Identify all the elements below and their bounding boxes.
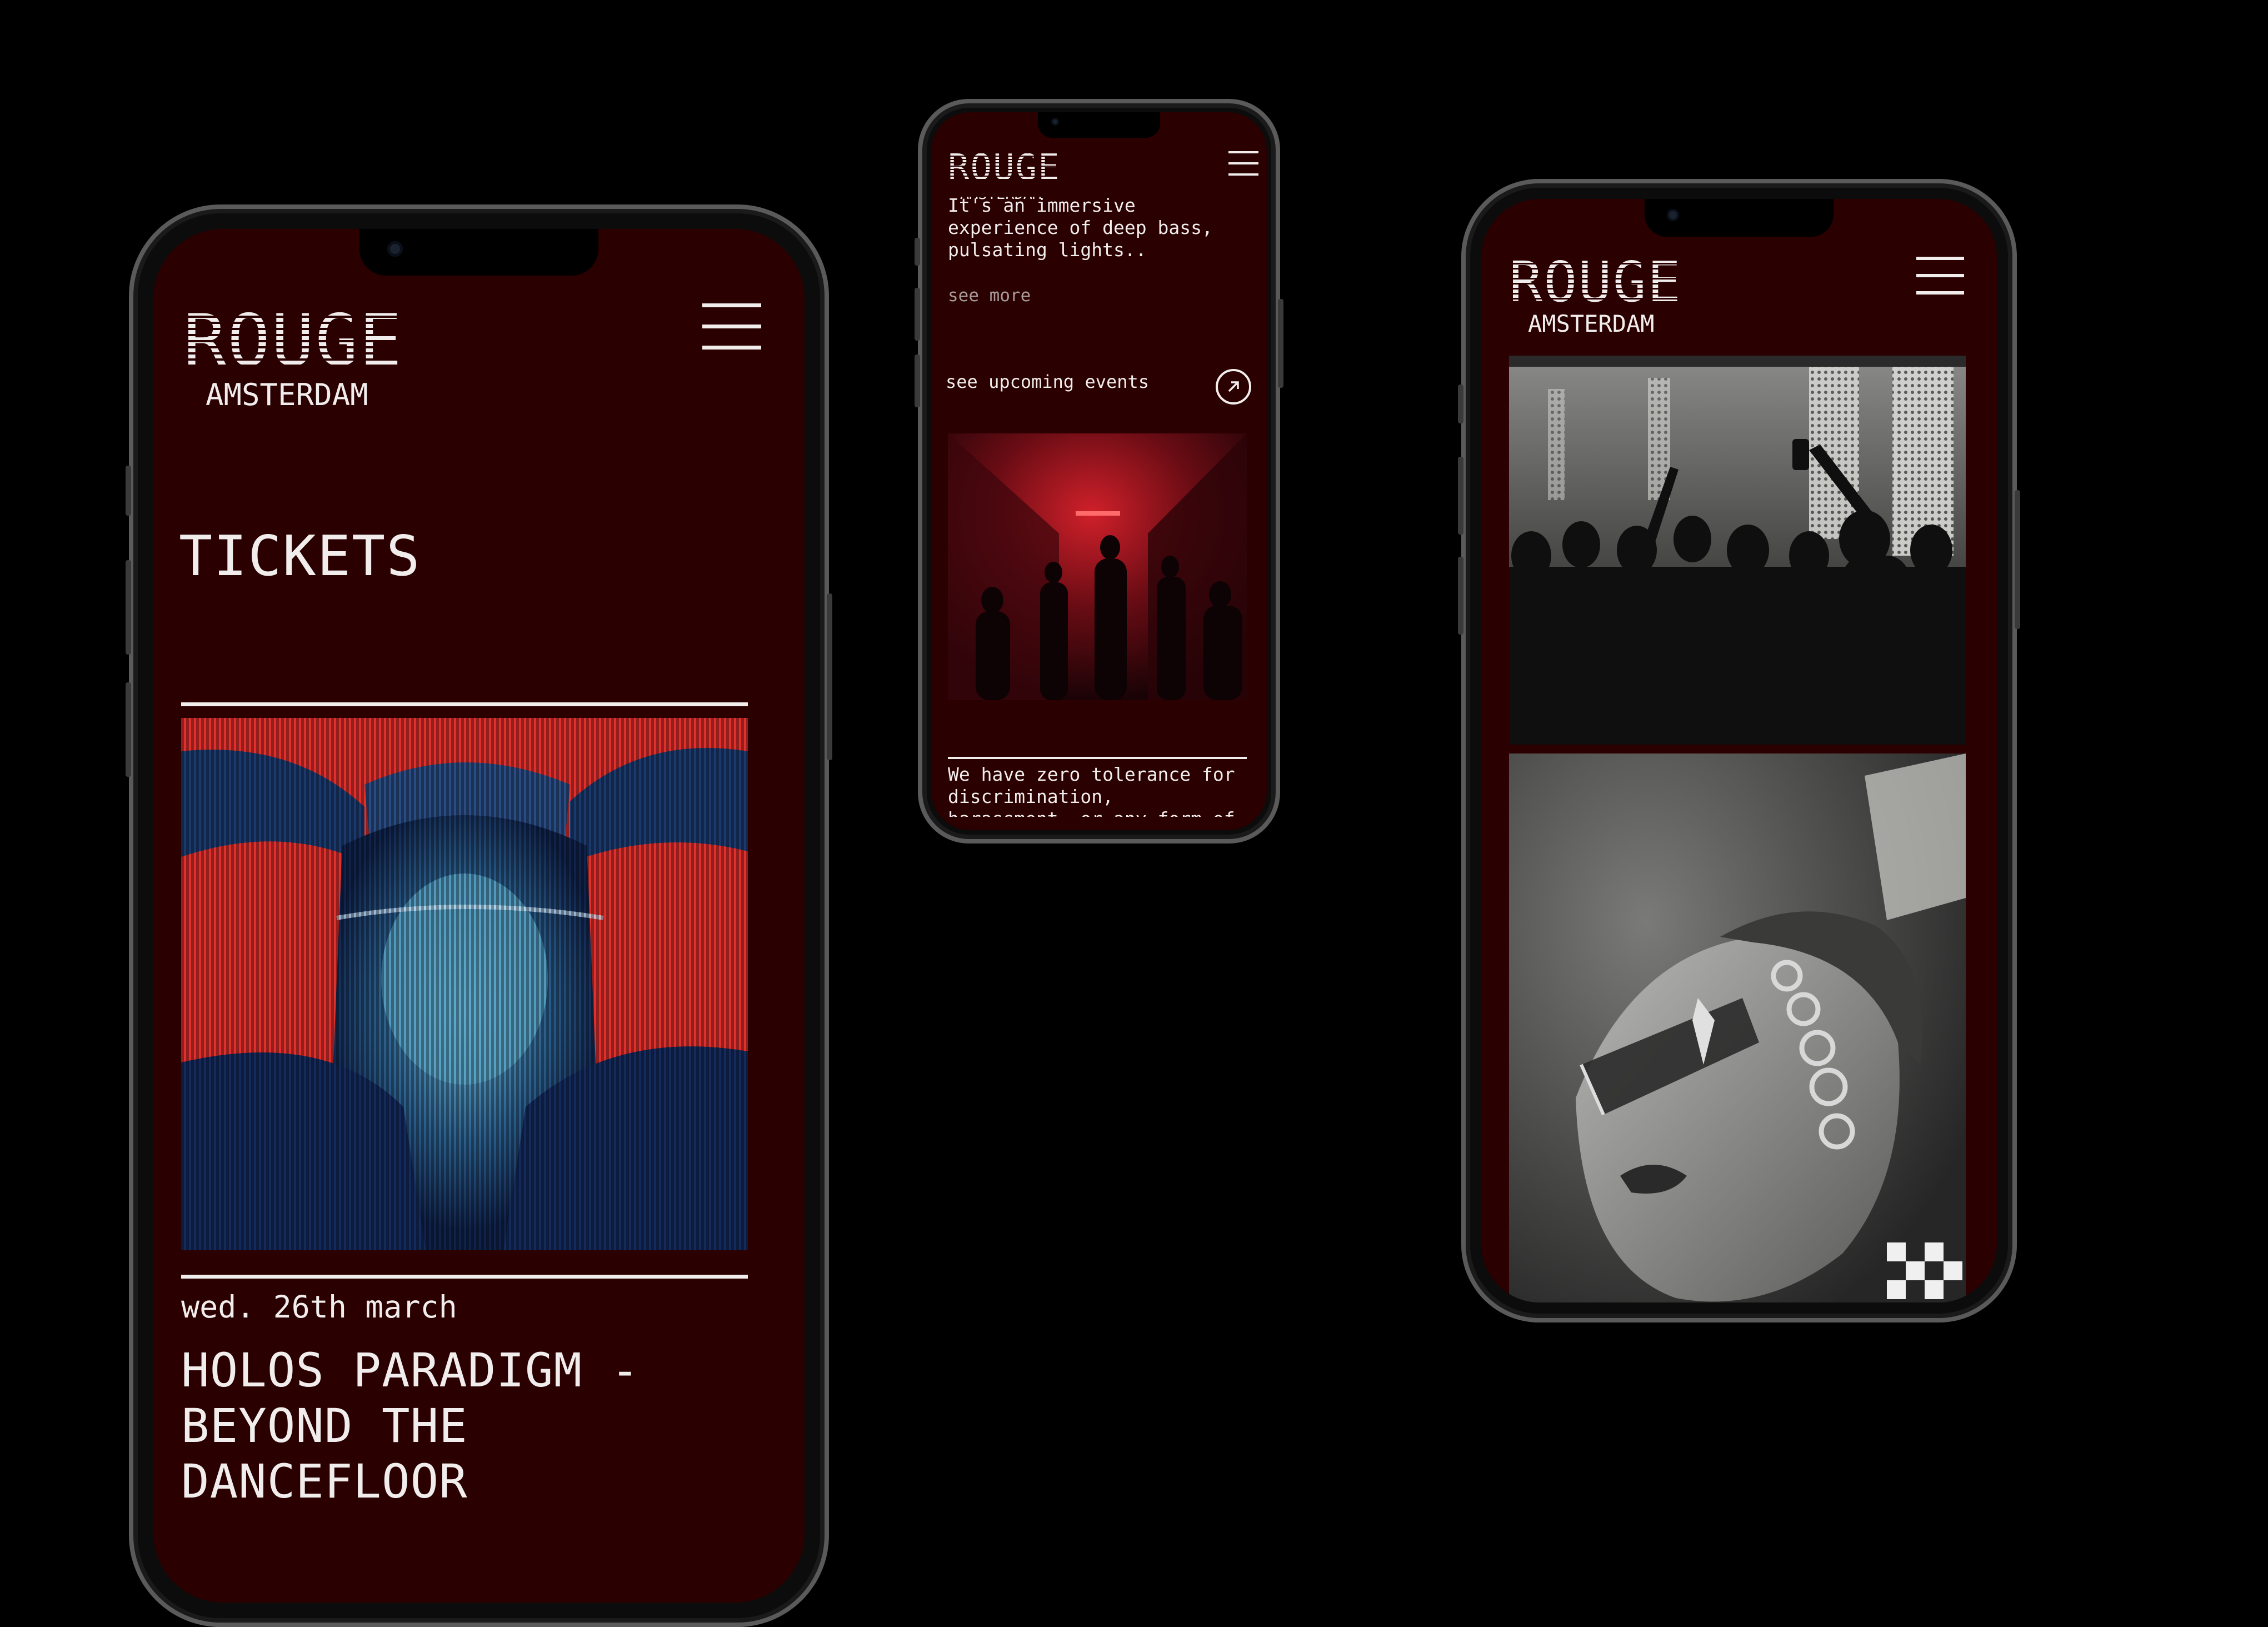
page-title: TICKETS xyxy=(179,523,421,588)
volume-up-button xyxy=(915,288,920,341)
arrow-up-right-icon[interactable] xyxy=(1216,369,1251,405)
event-image-graphic xyxy=(181,718,748,1250)
portrait-image-graphic xyxy=(1509,753,1966,1302)
volume-down-button xyxy=(1458,557,1463,635)
see-upcoming-events-link[interactable]: see upcoming events xyxy=(946,371,1149,392)
event-image[interactable] xyxy=(181,718,748,1250)
club-image-graphic xyxy=(948,433,1247,700)
divider xyxy=(181,1275,748,1279)
mute-switch xyxy=(1458,385,1463,423)
notch xyxy=(1645,199,1834,237)
screen-right: ROUGE AMSTERDAM xyxy=(1481,199,1997,1302)
volume-up-button xyxy=(1458,457,1463,535)
mute-switch xyxy=(915,238,920,266)
see-more-link[interactable]: see more xyxy=(948,286,1031,306)
event-title[interactable]: HOLOS PARADIGM - BEYOND THE DANCEFLOOR xyxy=(181,1342,640,1509)
policy-text: We have zero tolerance for discriminatio… xyxy=(948,763,1235,817)
screen-middle: ROUGE AMSTERDAM It's an immersive experi… xyxy=(931,112,1267,830)
crowd-image[interactable] xyxy=(1509,356,1966,745)
notch xyxy=(1038,112,1160,138)
logo-rouge: ROUGE xyxy=(1509,249,1682,315)
intro-text-fade xyxy=(931,179,1267,197)
crowd-image-graphic xyxy=(1509,356,1966,745)
logo-amsterdam: AMSTERDAM xyxy=(206,377,368,412)
intro-text: It's an immersive experience of deep bas… xyxy=(948,194,1259,264)
club-image[interactable] xyxy=(948,433,1247,700)
logo[interactable]: ROUGE AMSTERDAM xyxy=(1509,254,1682,336)
divider xyxy=(181,702,748,706)
hamburger-menu-icon[interactable] xyxy=(702,303,761,350)
volume-down-button xyxy=(126,682,131,777)
hamburger-menu-icon[interactable] xyxy=(1228,151,1258,176)
logo-rouge: ROUGE xyxy=(183,300,403,382)
phone-left: ROUGE AMSTERDAM TICKETS wed. 26th march … xyxy=(126,204,832,1627)
volume-up-button xyxy=(126,560,131,655)
phone-middle: ROUGE AMSTERDAM It's an immersive experi… xyxy=(915,99,1283,844)
portrait-image[interactable] xyxy=(1509,753,1966,1302)
logo[interactable]: ROUGE AMSTERDAM xyxy=(183,306,403,410)
screen-left: ROUGE AMSTERDAM TICKETS wed. 26th march … xyxy=(153,229,805,1603)
mute-switch xyxy=(126,466,131,516)
phone-right: ROUGE AMSTERDAM xyxy=(1458,179,2020,1322)
power-button xyxy=(827,593,832,760)
power-button xyxy=(1278,299,1283,388)
power-button xyxy=(2015,490,2020,629)
event-date: wed. 26th march xyxy=(181,1289,457,1325)
notch xyxy=(359,229,598,276)
volume-down-button xyxy=(915,355,920,407)
logo-amsterdam: AMSTERDAM xyxy=(1528,310,1655,337)
hamburger-menu-icon[interactable] xyxy=(1916,257,1964,295)
divider xyxy=(948,757,1247,759)
camera-icon xyxy=(387,241,403,257)
